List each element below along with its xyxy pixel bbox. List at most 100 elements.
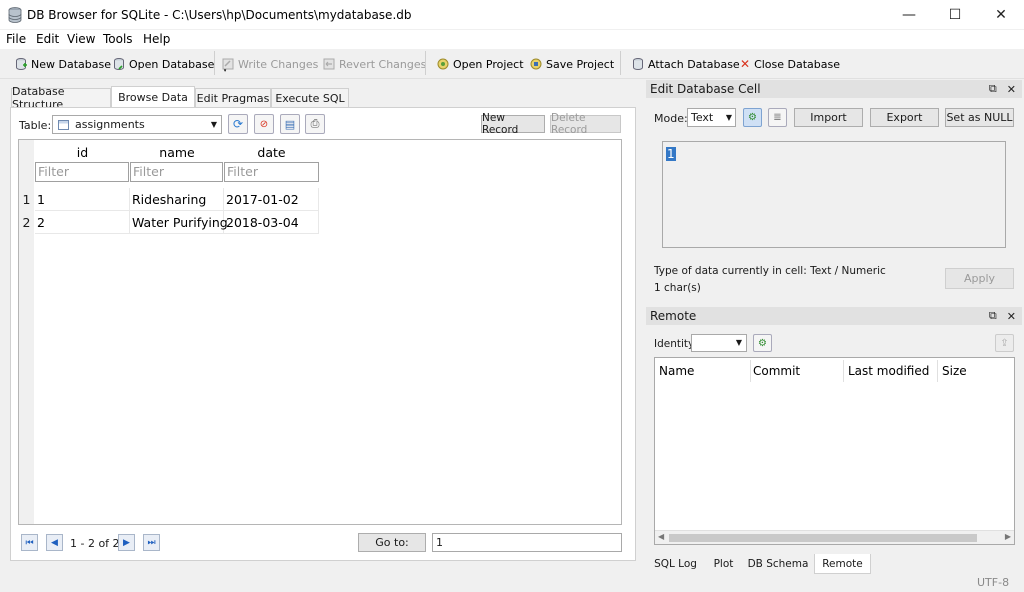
write-changes-button[interactable]: Write Changes xyxy=(222,54,318,74)
horizontal-scrollbar[interactable]: ◀ ▶ xyxy=(655,530,1014,544)
set-null-button[interactable]: Set as NULL xyxy=(945,108,1014,127)
word-wrap-button[interactable]: ≣ xyxy=(768,108,787,127)
tab-sql-log[interactable]: SQL Log xyxy=(647,554,704,573)
tab-plot[interactable]: Plot xyxy=(705,554,742,573)
chevron-down-icon: ▼ xyxy=(736,338,742,347)
revert-changes-icon xyxy=(323,58,335,70)
remote-push-button[interactable]: ⇪ xyxy=(995,334,1014,352)
toolbar-separator xyxy=(425,51,426,75)
dock-controls: ⧉ ✕ xyxy=(989,307,1016,325)
edit-cell-header: Edit Database Cell ⧉ ✕ xyxy=(646,80,1022,98)
open-database-button[interactable]: Open Database ▼ xyxy=(113,54,228,74)
revert-changes-button[interactable]: Revert Changes xyxy=(323,54,426,74)
remote-title: Remote xyxy=(650,309,696,323)
next-page-button[interactable]: ▶ xyxy=(118,534,135,551)
mode-select[interactable]: Text ▼ xyxy=(687,108,736,127)
chevron-down-icon: ▼ xyxy=(726,113,732,122)
tab-browse-data[interactable]: Browse Data xyxy=(111,86,195,108)
table-cell[interactable]: Ridesharing xyxy=(130,188,224,211)
last-page-button[interactable]: ⏭ xyxy=(143,534,160,551)
tab-db-schema[interactable]: DB Schema xyxy=(743,554,813,573)
cell-editor-value[interactable]: 1 xyxy=(666,147,676,161)
table-cell[interactable]: 2017-01-02 xyxy=(224,188,319,211)
column-header-name[interactable]: name xyxy=(130,145,224,162)
table-cell[interactable]: 2 xyxy=(35,211,130,234)
window-title: DB Browser for SQLite - C:\Users\hp\Docu… xyxy=(27,8,412,22)
float-icon[interactable]: ⧉ xyxy=(989,309,997,323)
attach-database-button[interactable]: Attach Database xyxy=(632,54,740,74)
open-project-button[interactable]: Open Project xyxy=(437,54,524,74)
remote-column-commit[interactable]: Commit xyxy=(753,364,800,378)
close-icon[interactable]: ✕ xyxy=(1007,83,1016,96)
save-table-as-button[interactable]: ▤ xyxy=(280,114,300,134)
menu-help[interactable]: Help xyxy=(143,32,170,46)
scroll-right-icon[interactable]: ▶ xyxy=(1005,532,1011,541)
menu-file[interactable]: File xyxy=(6,32,26,46)
tab-database-structure[interactable]: Database Structure xyxy=(11,88,111,107)
new-database-button[interactable]: New Database xyxy=(15,54,111,74)
refresh-icon: ⟳ xyxy=(233,117,243,131)
row-number[interactable]: 1 xyxy=(19,188,34,211)
table-cell[interactable]: 1 xyxy=(35,188,130,211)
table-cell[interactable]: Water Purifying xyxy=(130,211,224,234)
first-page-button[interactable]: ⏮ xyxy=(21,534,38,551)
export-button[interactable]: Export xyxy=(870,108,939,127)
tab-remote[interactable]: Remote xyxy=(814,554,871,574)
filter-input-name[interactable]: Filter xyxy=(130,162,223,182)
goto-input[interactable]: 1 xyxy=(432,533,622,552)
column-separator xyxy=(937,360,938,382)
float-icon[interactable]: ⧉ xyxy=(989,82,997,96)
save-project-button[interactable]: Save Project xyxy=(530,54,614,74)
minimize-button[interactable]: — xyxy=(886,0,932,30)
menu-tools[interactable]: Tools xyxy=(103,32,133,46)
clear-filters-button[interactable]: ⊘ xyxy=(254,114,274,134)
database-app-icon xyxy=(8,7,22,23)
column-separator xyxy=(843,360,844,382)
column-header-date[interactable]: date xyxy=(224,145,319,162)
column-header-id[interactable]: id xyxy=(35,145,130,162)
table-select-value: assignments xyxy=(75,118,145,131)
filter-input-date[interactable]: Filter xyxy=(224,162,319,182)
open-project-icon xyxy=(437,58,449,70)
auto-format-button[interactable]: ⚙ xyxy=(743,108,762,127)
print-icon: ⎙ xyxy=(311,117,320,131)
remote-list[interactable] xyxy=(654,357,1015,545)
table-select[interactable]: assignments ▼ xyxy=(52,115,222,134)
maximize-button[interactable]: ☐ xyxy=(932,0,978,30)
close-icon[interactable]: ✕ xyxy=(1007,310,1016,323)
close-window-button[interactable]: ✕ xyxy=(978,0,1024,30)
scroll-left-icon[interactable]: ◀ xyxy=(658,532,664,541)
refresh-button[interactable]: ⟳ xyxy=(228,114,248,134)
word-wrap-icon: ≣ xyxy=(773,112,781,123)
identity-select[interactable]: ▼ xyxy=(691,334,747,352)
new-record-button[interactable]: New Record xyxy=(481,115,545,133)
previous-page-button[interactable]: ◀ xyxy=(46,534,63,551)
menu-view[interactable]: View xyxy=(67,32,95,46)
tab-edit-pragmas[interactable]: Edit Pragmas xyxy=(195,88,271,107)
goto-button[interactable]: Go to: xyxy=(358,533,426,552)
close-database-button[interactable]: ✕ Close Database xyxy=(740,54,840,74)
mode-label: Mode: xyxy=(654,112,688,125)
remote-settings-button[interactable]: ⚙ xyxy=(753,334,772,352)
menu-edit[interactable]: Edit xyxy=(36,32,59,46)
chevron-down-icon: ▼ xyxy=(211,120,217,129)
mode-select-value: Text xyxy=(691,111,713,124)
attach-database-label: Attach Database xyxy=(648,58,740,71)
next-page-icon: ▶ xyxy=(123,538,130,548)
close-database-label: Close Database xyxy=(754,58,840,71)
remote-column-name[interactable]: Name xyxy=(659,364,694,378)
filter-input-id[interactable]: Filter xyxy=(35,162,129,182)
delete-record-button[interactable]: Delete Record xyxy=(550,115,621,133)
attach-database-icon xyxy=(632,58,644,70)
tab-execute-sql[interactable]: Execute SQL xyxy=(271,88,349,107)
import-button[interactable]: Import xyxy=(794,108,863,127)
apply-button[interactable]: Apply xyxy=(945,268,1014,289)
remote-column-size[interactable]: Size xyxy=(942,364,967,378)
scrollbar-thumb[interactable] xyxy=(669,534,977,542)
table-cell[interactable]: 2018-03-04 xyxy=(224,211,319,234)
last-page-icon: ⏭ xyxy=(147,538,155,548)
print-button[interactable]: ⎙ xyxy=(305,114,325,134)
remote-column-last-modified[interactable]: Last modified xyxy=(848,364,929,378)
cell-editor[interactable] xyxy=(662,141,1006,248)
row-number[interactable]: 2 xyxy=(19,211,34,234)
